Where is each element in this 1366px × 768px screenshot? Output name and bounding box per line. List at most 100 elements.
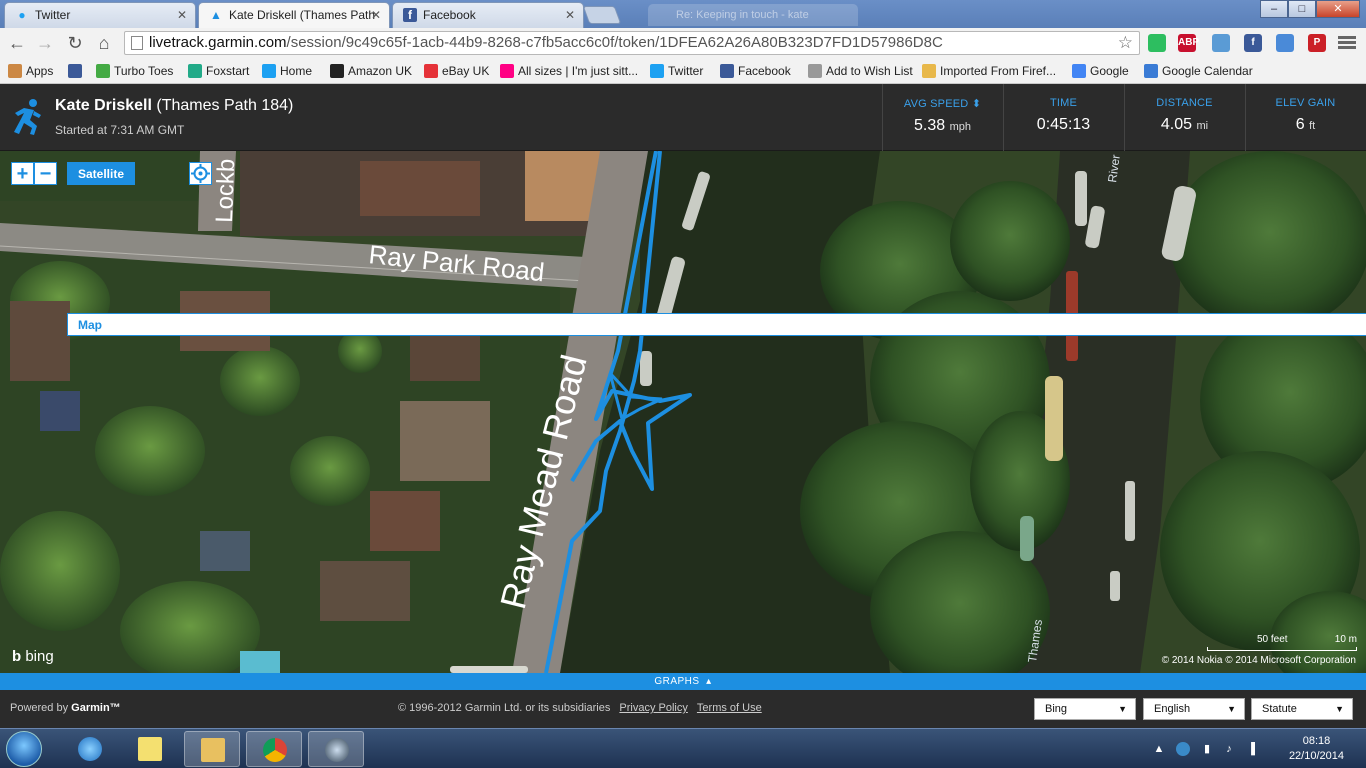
runner-icon (14, 99, 41, 135)
taskbar-chrome[interactable] (246, 731, 302, 767)
bookmark-label: Facebook (738, 64, 791, 78)
taskbar-explorer[interactable] (184, 731, 240, 767)
pinterest-icon[interactable]: P (1308, 34, 1326, 52)
bookmark-label: eBay UK (442, 64, 490, 78)
back-arrow-icon[interactable]: ← (6, 32, 28, 54)
bookmark-item[interactable]: Add to Wish List (808, 62, 913, 80)
volume-icon[interactable]: ♪ (1222, 742, 1236, 756)
calendar-ext-icon[interactable] (1276, 34, 1294, 52)
page-icon (131, 36, 143, 50)
zoom-in-button[interactable]: + (11, 162, 34, 185)
bookmark-item[interactable]: Foxstart (188, 62, 249, 80)
units-select[interactable]: Statute ▼ (1251, 698, 1353, 720)
close-tab-icon[interactable]: ✕ (177, 3, 187, 27)
bookmark-item[interactable]: Google (1072, 62, 1129, 80)
bookmark-star-icon[interactable]: ☆ (1118, 32, 1133, 54)
chrome-menu-icon[interactable] (1338, 34, 1356, 52)
sort-toggle-icon[interactable]: ⬍ (972, 98, 981, 110)
bookmark-item[interactable]: Facebook (720, 62, 791, 80)
close-tab-icon[interactable]: ✕ (371, 3, 381, 27)
bookmark-item[interactable]: Imported From Firef... (922, 62, 1056, 80)
stat-label: AVG SPEED (903, 98, 969, 110)
bookmark-item[interactable]: Amazon UK (330, 62, 412, 80)
bookmark-label: Twitter (668, 64, 704, 78)
taskbar-sticky-notes[interactable] (122, 731, 178, 767)
map-type-control: Map Satellite (67, 162, 1366, 336)
athlete-title: Kate Driskell (Thames Path 184) (55, 97, 293, 115)
map-view-button[interactable]: Map (67, 313, 1366, 336)
dropdown-arrow-icon: ▼ (1118, 704, 1127, 714)
evernote-icon[interactable] (1148, 34, 1166, 52)
tab-facebook[interactable]: f Facebook ✕ (392, 2, 584, 28)
language-select[interactable]: English ▼ (1143, 698, 1245, 720)
taskbar-thunderbird[interactable] (308, 731, 364, 767)
map-provider-select[interactable]: Bing ▼ (1034, 698, 1136, 720)
tab-garmin-livetrack[interactable]: ▲ Kate Driskell (Thames Path ✕ (198, 2, 390, 28)
flickr-icon (500, 64, 514, 78)
thunderbird-icon (325, 738, 349, 762)
privacy-policy-link[interactable]: Privacy Policy (619, 702, 687, 714)
dropdown-arrow-icon: ▼ (1335, 704, 1344, 714)
clock-time: 08:18 (1302, 735, 1331, 747)
dropdown-arrow-icon: ▼ (1227, 704, 1236, 714)
reload-icon[interactable]: ↻ (64, 32, 86, 54)
tray-devices-icon[interactable]: ▮ (1200, 742, 1214, 756)
scale-meters: 10 m (1334, 634, 1357, 645)
facebook-ext-icon[interactable]: f (1244, 34, 1262, 52)
start-button[interactable] (6, 731, 42, 767)
network-icon[interactable]: ▐ (1244, 742, 1258, 756)
bookmark-label: All sizes | I'm just sitt... (518, 64, 639, 78)
terms-of-use-link[interactable]: Terms of Use (697, 702, 762, 714)
bookmark-label: Amazon UK (348, 64, 413, 78)
background-window-tab: Re: Keeping in touch - kate (648, 4, 858, 26)
calendar-icon (1144, 64, 1158, 78)
tray-app-icon[interactable] (1176, 742, 1190, 756)
folder-icon (922, 64, 936, 78)
bookmark-label: Google (1090, 64, 1129, 78)
bookmark-item[interactable]: Apps (8, 62, 53, 80)
new-tab-button[interactable] (582, 6, 622, 24)
bookmark-item[interactable]: Home (262, 62, 312, 80)
crosshair-icon (191, 164, 210, 183)
puzzle-extension-icon[interactable] (1212, 34, 1230, 52)
map-canvas[interactable]: Ray Park Road Ray Mead Road Lockb River … (0, 151, 1366, 673)
satellite-view-button[interactable]: Satellite (67, 162, 136, 185)
address-bar[interactable]: livetrack.garmin.com/session/9c49c65f-1a… (124, 31, 1140, 55)
scale-feet: 50 feet (1257, 634, 1288, 645)
chevron-up-icon: ▴ (702, 676, 712, 687)
locate-button[interactable] (189, 162, 212, 185)
tray-expand-icon[interactable]: ▲ (1152, 742, 1166, 756)
close-tab-icon[interactable]: ✕ (565, 3, 575, 27)
adblock-plus-icon[interactable]: ABP (1178, 34, 1199, 52)
bookmark-item[interactable] (68, 62, 86, 80)
bookmark-item[interactable]: Turbo Toes (96, 62, 173, 80)
home-icon[interactable]: ⌂ (93, 32, 115, 54)
minimize-button[interactable]: – (1260, 0, 1288, 18)
livetrack-header: Kate Driskell (Thames Path 184) Started … (0, 84, 1366, 151)
apps-grid-icon (8, 64, 22, 78)
map-info-tab[interactable] (450, 666, 528, 673)
bookmark-label: Home (280, 64, 313, 78)
stat-label: TIME (1049, 97, 1078, 109)
tab-twitter[interactable]: ● Twitter ✕ (4, 2, 196, 28)
stat-time: TIME 0:45:13 (1003, 84, 1123, 151)
satellite-map[interactable]: Ray Park Road Ray Mead Road Lockb River … (0, 151, 1366, 673)
bookmarks-bar: Apps Turbo Toes Foxstart Home Amazon UK eBay … (0, 58, 1366, 84)
stat-avg-speed[interactable]: AVG SPEED ⬍ 5.38 mph (882, 84, 1002, 151)
windows-taskbar: ▲ ▮ ♪ ▐ 08:18 22/10/2014 (0, 728, 1366, 768)
taskbar-internet-explorer[interactable] (62, 731, 118, 767)
zoom-out-button[interactable]: − (34, 162, 57, 185)
bookmark-item[interactable]: eBay UK (424, 62, 489, 80)
bookmark-item[interactable]: All sizes | I'm just sitt... (500, 62, 638, 80)
bookmark-item[interactable]: Twitter (650, 62, 703, 80)
graphs-toggle[interactable]: GRAPHS ▴ (0, 673, 1366, 690)
stat-value: 6 (1295, 116, 1305, 133)
stat-elev-gain: ELEV GAIN 6 ft (1245, 84, 1365, 151)
bing-logo: b bing (12, 648, 54, 665)
system-clock[interactable]: 08:18 22/10/2014 (1289, 734, 1344, 764)
forward-arrow-icon[interactable]: → (34, 32, 56, 54)
close-window-button[interactable]: ✕ (1316, 0, 1360, 18)
bookmark-item[interactable]: Google Calendar (1144, 62, 1253, 80)
maximize-button[interactable]: □ (1288, 0, 1316, 18)
tab-label: Kate Driskell (Thames Path (229, 8, 376, 22)
